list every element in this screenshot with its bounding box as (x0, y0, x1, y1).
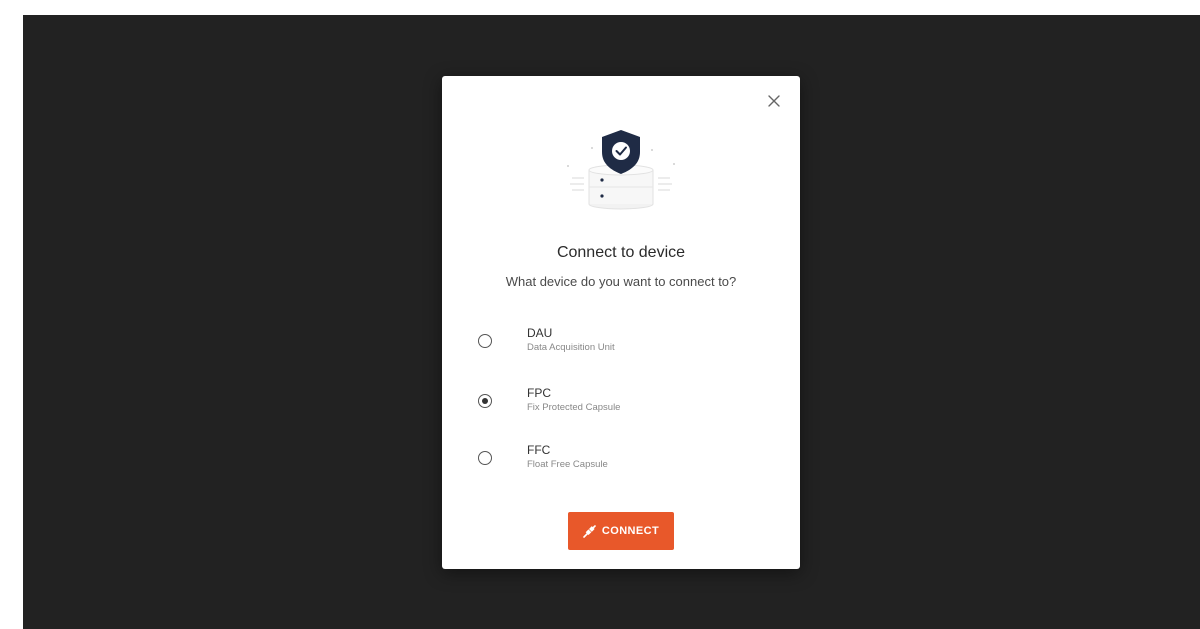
option-fpc[interactable]: FPC Fix Protected Capsule (478, 386, 758, 422)
option-description: Data Acquisition Unit (527, 342, 615, 353)
option-description: Fix Protected Capsule (527, 402, 621, 413)
option-ffc[interactable]: FFC Float Free Capsule (478, 443, 758, 479)
dialog-title: Connect to device (556, 244, 686, 261)
plug-connect-icon (583, 524, 596, 538)
option-name: FPC (527, 386, 551, 400)
dialog-subtitle: What device do you want to connect to? (505, 274, 737, 289)
option-dau[interactable]: DAU Data Acquisition Unit (478, 326, 758, 362)
connect-button[interactable]: CONNECT (568, 512, 674, 550)
close-icon (768, 95, 780, 107)
option-name: FFC (527, 443, 551, 457)
radio-dau[interactable] (478, 334, 492, 348)
close-button[interactable] (764, 91, 784, 111)
radio-ffc[interactable] (478, 451, 492, 465)
option-description: Float Free Capsule (527, 459, 608, 470)
option-name: DAU (527, 326, 553, 340)
connect-button-label: CONNECT (601, 525, 660, 537)
shield-check-icon (567, 130, 675, 210)
connect-dialog: Connect to device What device do you wan… (442, 76, 800, 569)
radio-fpc[interactable] (478, 394, 492, 408)
